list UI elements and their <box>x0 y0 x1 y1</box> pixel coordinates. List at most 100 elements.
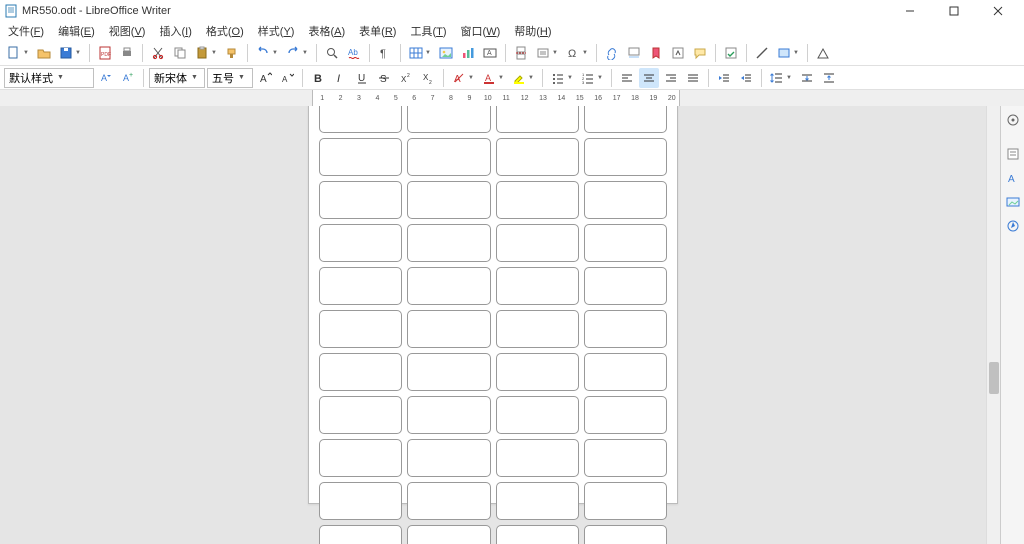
find-replace-button[interactable] <box>322 43 342 63</box>
align-right-button[interactable] <box>661 68 681 88</box>
align-left-button[interactable] <box>617 68 637 88</box>
page-break-button[interactable] <box>511 43 531 63</box>
label-cell[interactable] <box>319 353 402 391</box>
label-cell[interactable] <box>407 439 490 477</box>
insert-comment-button[interactable] <box>690 43 710 63</box>
label-cell[interactable] <box>496 224 579 262</box>
label-cell[interactable] <box>407 353 490 391</box>
export-pdf-button[interactable]: PDF <box>95 43 115 63</box>
horizontal-ruler[interactable]: 1234567891011121314151617181920 <box>312 90 680 106</box>
align-center-button[interactable] <box>639 68 659 88</box>
insert-textbox-button[interactable]: A <box>480 43 500 63</box>
align-justify-button[interactable] <box>683 68 703 88</box>
update-style-button[interactable]: A <box>96 68 116 88</box>
window-close-button[interactable] <box>976 0 1020 22</box>
highlight-color-button[interactable]: ▼ <box>509 68 537 88</box>
label-cell[interactable] <box>496 525 579 544</box>
grow-font-button[interactable]: A <box>255 68 275 88</box>
menu-tools[interactable]: 工具(T) <box>404 22 452 40</box>
menu-help[interactable]: 帮助(H) <box>508 22 557 40</box>
insert-special-char-button[interactable]: Ω▼ <box>563 43 591 63</box>
superscript-button[interactable]: X2 <box>396 68 416 88</box>
decrease-spacing-button[interactable] <box>819 68 839 88</box>
label-cell[interactable] <box>584 106 667 133</box>
new-style-button[interactable]: A+ <box>118 68 138 88</box>
insert-line-button[interactable] <box>752 43 772 63</box>
label-cell[interactable] <box>584 224 667 262</box>
label-cell[interactable] <box>496 106 579 133</box>
increase-indent-button[interactable] <box>714 68 734 88</box>
label-cell[interactable] <box>584 439 667 477</box>
label-cell[interactable] <box>496 138 579 176</box>
vertical-scrollbar[interactable] <box>986 106 1000 544</box>
label-cell[interactable] <box>319 106 402 133</box>
font-name-combo[interactable]: 新宋体▼ <box>149 68 205 88</box>
label-cell[interactable] <box>319 396 402 434</box>
label-cell[interactable] <box>496 310 579 348</box>
label-cell[interactable] <box>584 525 667 544</box>
label-cell[interactable] <box>584 267 667 305</box>
insert-bookmark-button[interactable] <box>646 43 666 63</box>
bullet-list-button[interactable]: ▼ <box>548 68 576 88</box>
menu-view[interactable]: 视图(V) <box>103 22 152 40</box>
formatting-marks-button[interactable]: ¶ <box>375 43 395 63</box>
undo-button[interactable]: ▼ <box>253 43 281 63</box>
font-size-combo[interactable]: 五号▼ <box>207 68 253 88</box>
window-minimize-button[interactable] <box>888 0 932 22</box>
label-cell[interactable] <box>319 224 402 262</box>
label-cell[interactable] <box>496 181 579 219</box>
print-button[interactable] <box>117 43 137 63</box>
italic-button[interactable]: I <box>330 68 350 88</box>
label-cell[interactable] <box>496 267 579 305</box>
label-cell[interactable] <box>584 353 667 391</box>
strikethrough-button[interactable]: S <box>374 68 394 88</box>
cut-button[interactable] <box>148 43 168 63</box>
insert-table-button[interactable]: ▼ <box>406 43 434 63</box>
label-cell[interactable] <box>407 267 490 305</box>
font-color-button[interactable]: A▼ <box>479 68 507 88</box>
decrease-indent-button[interactable] <box>736 68 756 88</box>
window-maximize-button[interactable] <box>932 0 976 22</box>
underline-button[interactable]: U <box>352 68 372 88</box>
sidebar-settings-button[interactable] <box>1003 110 1023 130</box>
clone-formatting-button[interactable] <box>222 43 242 63</box>
paragraph-style-combo[interactable]: 默认样式▼ <box>4 68 94 88</box>
menu-forms[interactable]: 表单(R) <box>353 22 402 40</box>
insert-image-button[interactable] <box>436 43 456 63</box>
sidebar-gallery-tab[interactable] <box>1003 192 1023 212</box>
menu-table[interactable]: 表格(A) <box>302 22 351 40</box>
track-changes-button[interactable] <box>721 43 741 63</box>
paste-button[interactable]: ▼ <box>192 43 220 63</box>
label-cell[interactable] <box>496 482 579 520</box>
label-cell[interactable] <box>319 482 402 520</box>
spellcheck-button[interactable]: Ab <box>344 43 364 63</box>
label-cell[interactable] <box>319 267 402 305</box>
number-list-button[interactable]: 123▼ <box>578 68 606 88</box>
insert-field-button[interactable]: ▼ <box>533 43 561 63</box>
label-cell[interactable] <box>319 310 402 348</box>
insert-cross-ref-button[interactable] <box>668 43 688 63</box>
menu-edit[interactable]: 编辑(E) <box>52 22 101 40</box>
menu-styles[interactable]: 样式(Y) <box>252 22 301 40</box>
increase-spacing-button[interactable] <box>797 68 817 88</box>
sidebar-properties-tab[interactable] <box>1003 144 1023 164</box>
menu-window[interactable]: 窗口(W) <box>455 22 507 40</box>
insert-hyperlink-button[interactable] <box>602 43 622 63</box>
label-cell[interactable] <box>407 396 490 434</box>
redo-button[interactable]: ▼ <box>283 43 311 63</box>
label-cell[interactable] <box>584 310 667 348</box>
label-cell[interactable] <box>584 181 667 219</box>
label-cell[interactable] <box>407 106 490 133</box>
new-button[interactable]: ▼ <box>4 43 32 63</box>
label-cell[interactable] <box>319 181 402 219</box>
label-cell[interactable] <box>407 181 490 219</box>
copy-button[interactable] <box>170 43 190 63</box>
label-cell[interactable] <box>407 310 490 348</box>
label-cell[interactable] <box>407 482 490 520</box>
clear-formatting-button[interactable]: A▼ <box>449 68 477 88</box>
menu-file[interactable]: 文件(F) <box>2 22 50 40</box>
shrink-font-button[interactable]: A <box>277 68 297 88</box>
label-cell[interactable] <box>584 138 667 176</box>
label-cell[interactable] <box>319 138 402 176</box>
label-cell[interactable] <box>319 525 402 544</box>
